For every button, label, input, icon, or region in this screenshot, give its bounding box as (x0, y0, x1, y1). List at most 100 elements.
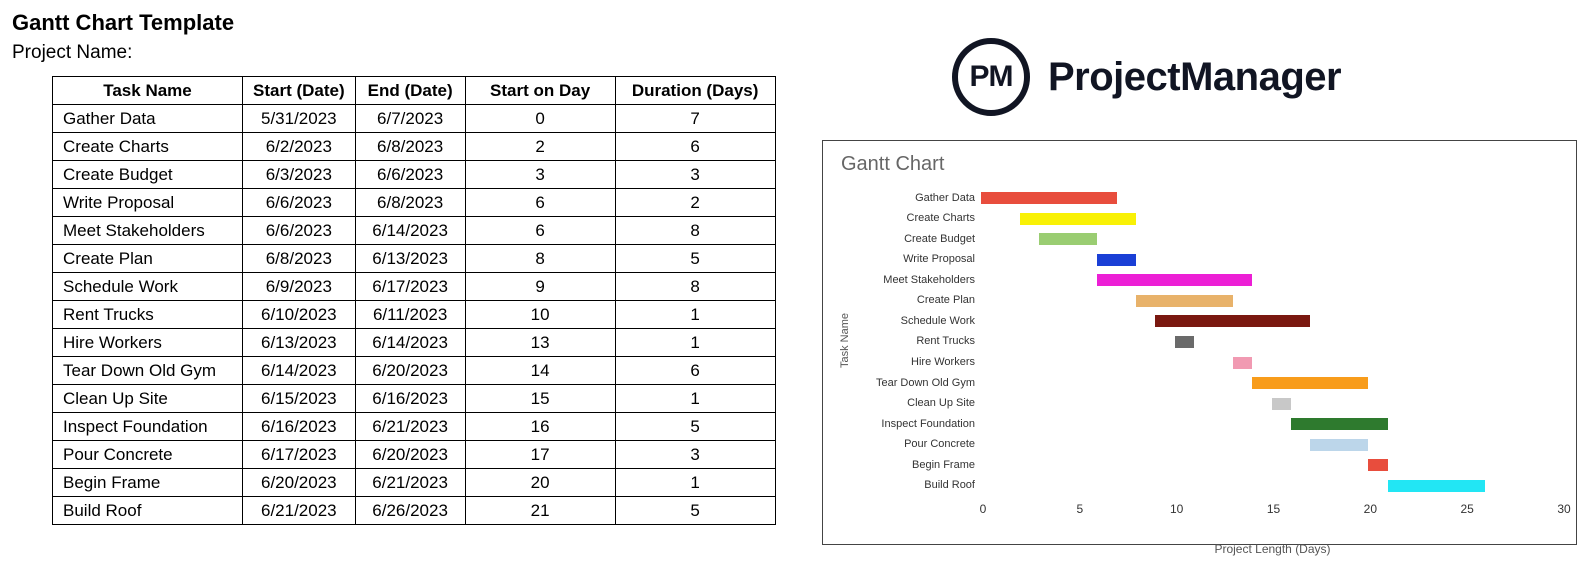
cell-start-date[interactable]: 6/15/2023 (243, 385, 356, 413)
cell-end-date[interactable]: 6/8/2023 (355, 133, 465, 161)
cell-task-name[interactable]: Rent Trucks (53, 301, 243, 329)
cell-task-name[interactable]: Create Plan (53, 245, 243, 273)
chart-bar-row (981, 250, 1562, 271)
cell-start-date[interactable]: 6/14/2023 (243, 357, 356, 385)
cell-end-date[interactable]: 6/14/2023 (355, 217, 465, 245)
cell-end-date[interactable]: 6/11/2023 (355, 301, 465, 329)
cell-end-date[interactable]: 6/20/2023 (355, 357, 465, 385)
x-axis-tick: 20 (1364, 502, 1377, 516)
table-row[interactable]: Gather Data5/31/20236/7/202307 (53, 105, 776, 133)
cell-start-day[interactable]: 2 (465, 133, 615, 161)
table-row[interactable]: Meet Stakeholders6/6/20236/14/202368 (53, 217, 776, 245)
cell-start-day[interactable]: 10 (465, 301, 615, 329)
chart-bar-row (981, 291, 1562, 312)
table-row[interactable]: Tear Down Old Gym6/14/20236/20/2023146 (53, 357, 776, 385)
cell-task-name[interactable]: Inspect Foundation (53, 413, 243, 441)
cell-start-date[interactable]: 6/6/2023 (243, 189, 356, 217)
cell-start-day[interactable]: 20 (465, 469, 615, 497)
table-row[interactable]: Rent Trucks6/10/20236/11/2023101 (53, 301, 776, 329)
cell-duration[interactable]: 6 (615, 357, 775, 385)
cell-duration[interactable]: 6 (615, 133, 775, 161)
cell-task-name[interactable]: Tear Down Old Gym (53, 357, 243, 385)
table-row[interactable]: Pour Concrete6/17/20236/20/2023173 (53, 441, 776, 469)
cell-start-day[interactable]: 15 (465, 385, 615, 413)
cell-end-date[interactable]: 6/21/2023 (355, 413, 465, 441)
x-axis-tick: 30 (1557, 502, 1570, 516)
cell-task-name[interactable]: Pour Concrete (53, 441, 243, 469)
cell-end-date[interactable]: 6/7/2023 (355, 105, 465, 133)
cell-start-date[interactable]: 6/3/2023 (243, 161, 356, 189)
cell-end-date[interactable]: 6/8/2023 (355, 189, 465, 217)
table-row[interactable]: Clean Up Site6/15/20236/16/2023151 (53, 385, 776, 413)
table-row[interactable]: Begin Frame6/20/20236/21/2023201 (53, 469, 776, 497)
table-row[interactable]: Build Roof6/21/20236/26/2023215 (53, 497, 776, 525)
cell-start-day[interactable]: 16 (465, 413, 615, 441)
cell-task-name[interactable]: Meet Stakeholders (53, 217, 243, 245)
cell-start-day[interactable]: 21 (465, 497, 615, 525)
chart-category-label: Inspect Foundation (853, 414, 981, 435)
table-row[interactable]: Create Charts6/2/20236/8/202326 (53, 133, 776, 161)
cell-task-name[interactable]: Clean Up Site (53, 385, 243, 413)
chart-category-label: Hire Workers (853, 352, 981, 373)
table-row[interactable]: Create Budget6/3/20236/6/202333 (53, 161, 776, 189)
cell-duration[interactable]: 1 (615, 469, 775, 497)
cell-duration[interactable]: 3 (615, 161, 775, 189)
cell-end-date[interactable]: 6/21/2023 (355, 469, 465, 497)
cell-duration[interactable]: 5 (615, 245, 775, 273)
cell-end-date[interactable]: 6/6/2023 (355, 161, 465, 189)
cell-duration[interactable]: 8 (615, 217, 775, 245)
cell-duration[interactable]: 2 (615, 189, 775, 217)
table-row[interactable]: Schedule Work6/9/20236/17/202398 (53, 273, 776, 301)
cell-end-date[interactable]: 6/16/2023 (355, 385, 465, 413)
table-row[interactable]: Hire Workers6/13/20236/14/2023131 (53, 329, 776, 357)
cell-start-day[interactable]: 3 (465, 161, 615, 189)
cell-start-day[interactable]: 17 (465, 441, 615, 469)
cell-start-date[interactable]: 6/13/2023 (243, 329, 356, 357)
cell-start-day[interactable]: 6 (465, 189, 615, 217)
chart-bar (1272, 398, 1291, 410)
cell-task-name[interactable]: Begin Frame (53, 469, 243, 497)
cell-start-date[interactable]: 6/21/2023 (243, 497, 356, 525)
cell-start-date[interactable]: 6/17/2023 (243, 441, 356, 469)
table-row[interactable]: Create Plan6/8/20236/13/202385 (53, 245, 776, 273)
cell-start-date[interactable]: 6/6/2023 (243, 217, 356, 245)
cell-start-date[interactable]: 5/31/2023 (243, 105, 356, 133)
cell-duration[interactable]: 5 (615, 497, 775, 525)
cell-duration[interactable]: 5 (615, 413, 775, 441)
cell-start-day[interactable]: 8 (465, 245, 615, 273)
cell-duration[interactable]: 1 (615, 385, 775, 413)
cell-end-date[interactable]: 6/20/2023 (355, 441, 465, 469)
cell-start-date[interactable]: 6/20/2023 (243, 469, 356, 497)
col-start-date: Start (Date) (243, 77, 356, 105)
cell-start-date[interactable]: 6/10/2023 (243, 301, 356, 329)
cell-task-name[interactable]: Schedule Work (53, 273, 243, 301)
cell-task-name[interactable]: Gather Data (53, 105, 243, 133)
cell-duration[interactable]: 1 (615, 301, 775, 329)
cell-duration[interactable]: 7 (615, 105, 775, 133)
chart-bar (1155, 315, 1310, 327)
cell-duration[interactable]: 8 (615, 273, 775, 301)
cell-duration[interactable]: 1 (615, 329, 775, 357)
cell-start-day[interactable]: 9 (465, 273, 615, 301)
cell-start-date[interactable]: 6/16/2023 (243, 413, 356, 441)
cell-end-date[interactable]: 6/17/2023 (355, 273, 465, 301)
cell-start-date[interactable]: 6/9/2023 (243, 273, 356, 301)
cell-task-name[interactable]: Hire Workers (53, 329, 243, 357)
cell-task-name[interactable]: Write Proposal (53, 189, 243, 217)
cell-end-date[interactable]: 6/26/2023 (355, 497, 465, 525)
cell-end-date[interactable]: 6/13/2023 (355, 245, 465, 273)
cell-end-date[interactable]: 6/14/2023 (355, 329, 465, 357)
cell-task-name[interactable]: Create Budget (53, 161, 243, 189)
cell-duration[interactable]: 3 (615, 441, 775, 469)
cell-start-date[interactable]: 6/8/2023 (243, 245, 356, 273)
cell-start-day[interactable]: 0 (465, 105, 615, 133)
col-start-on-day: Start on Day (465, 77, 615, 105)
table-row[interactable]: Inspect Foundation6/16/20236/21/2023165 (53, 413, 776, 441)
cell-task-name[interactable]: Create Charts (53, 133, 243, 161)
cell-start-day[interactable]: 14 (465, 357, 615, 385)
cell-start-day[interactable]: 6 (465, 217, 615, 245)
cell-start-date[interactable]: 6/2/2023 (243, 133, 356, 161)
table-row[interactable]: Write Proposal6/6/20236/8/202362 (53, 189, 776, 217)
cell-task-name[interactable]: Build Roof (53, 497, 243, 525)
cell-start-day[interactable]: 13 (465, 329, 615, 357)
